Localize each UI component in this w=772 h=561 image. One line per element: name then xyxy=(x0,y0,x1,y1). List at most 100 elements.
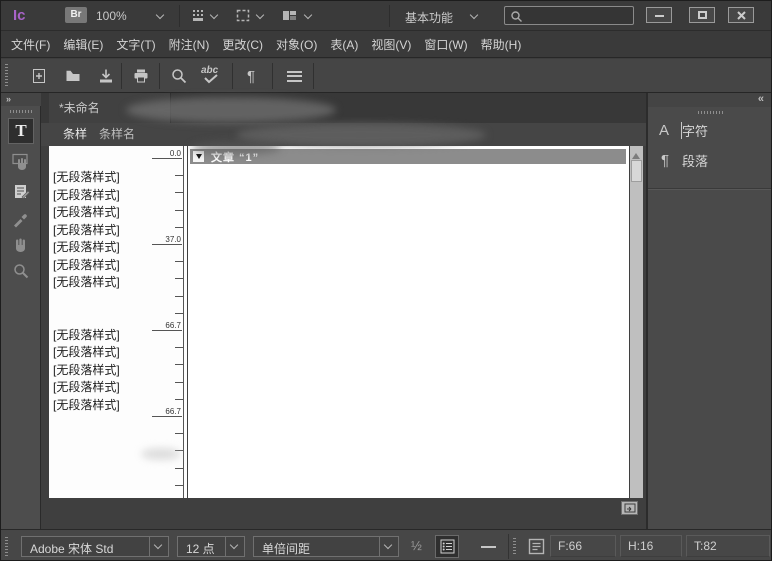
galley-text-area[interactable]: 文章 “1” xyxy=(188,146,629,498)
open-button[interactable] xyxy=(61,64,85,88)
line-numbers-icon[interactable]: ½ xyxy=(411,538,422,553)
view-tab-secondary[interactable]: 条样名 xyxy=(99,123,135,146)
zoom-tool-icon xyxy=(12,262,30,280)
chevron-down-icon[interactable] xyxy=(210,11,218,19)
dock-grip[interactable] xyxy=(698,111,724,114)
dropdown-arrow[interactable] xyxy=(149,537,168,556)
leading-dropdown[interactable]: 单倍间距 xyxy=(253,536,399,557)
ruler-tick xyxy=(175,485,184,486)
hand-tool-button[interactable] xyxy=(8,232,34,258)
spell-check-button[interactable]: abc xyxy=(199,64,223,88)
type-tool-icon: T xyxy=(15,121,26,141)
collapse-right-icon: » xyxy=(6,94,10,104)
bridge-button[interactable]: Br xyxy=(65,7,87,23)
view-tab-galley[interactable]: 条样 xyxy=(63,123,87,146)
chevron-down-icon[interactable] xyxy=(470,11,478,19)
menu-item-8[interactable]: 窗口(W) xyxy=(424,36,467,53)
ruler-tick xyxy=(175,278,184,279)
document-tab[interactable]: *未命名 xyxy=(49,93,171,123)
copyfit-page-icon xyxy=(528,538,545,560)
paragraph-icon: ¶ xyxy=(648,152,682,169)
toolbar-grip[interactable] xyxy=(5,64,8,88)
view-grid-icon[interactable] xyxy=(191,8,206,28)
paragraph-panel-button[interactable]: ¶ 段落 xyxy=(648,147,772,173)
scrollbar-thumb[interactable] xyxy=(631,160,642,182)
story-header[interactable]: 文章 “1” xyxy=(190,149,626,164)
menu-item-7[interactable]: 视图(V) xyxy=(371,36,411,53)
paragraph-style-row[interactable]: [无段落样式] xyxy=(53,361,120,378)
font-size-dropdown[interactable]: 12 点 xyxy=(177,536,245,557)
maximize-button[interactable] xyxy=(689,7,715,23)
character-panel-button[interactable]: A 字符 xyxy=(648,117,772,143)
paragraph-style-row[interactable]: [无段落样式] xyxy=(53,343,120,360)
chevron-down-icon[interactable] xyxy=(256,11,264,19)
font-family-dropdown[interactable]: Adobe 宋体 Std xyxy=(21,536,169,557)
dropdown-arrow[interactable] xyxy=(379,537,398,556)
menu-item-0[interactable]: 文件(F) xyxy=(11,36,50,53)
minimize-icon xyxy=(655,15,664,17)
menu-item-1[interactable]: 编辑(E) xyxy=(63,36,103,53)
menu-item-9[interactable]: 帮助(H) xyxy=(481,36,522,53)
zoom-level-value[interactable]: 100% xyxy=(96,9,127,23)
position-tool-button[interactable] xyxy=(8,149,34,175)
search-input[interactable] xyxy=(527,8,631,23)
menu-item-5[interactable]: 对象(O) xyxy=(276,36,317,53)
chevron-down-icon[interactable] xyxy=(156,11,164,19)
save-button[interactable] xyxy=(94,64,118,88)
paragraph-style-row[interactable]: [无段落样式] xyxy=(53,273,120,290)
copyfit-grip[interactable] xyxy=(513,538,516,555)
dock-header: « xyxy=(648,93,772,107)
paragraph-style-row[interactable]: [无段落样式] xyxy=(53,168,120,185)
find-button[interactable] xyxy=(167,64,191,88)
paragraph-styles-column: [无段落样式][无段落样式][无段落样式][无段落样式][无段落样式][无段落样… xyxy=(49,146,187,498)
minimize-button[interactable] xyxy=(646,7,672,23)
ruler-tick xyxy=(175,210,184,211)
ruler-tick xyxy=(175,192,184,193)
paragraph-style-row[interactable]: [无段落样式] xyxy=(53,378,120,395)
marquee-icon[interactable] xyxy=(235,8,251,28)
collapse-left-icon[interactable]: « xyxy=(758,93,764,105)
show-hidden-characters-button[interactable]: ¶ xyxy=(239,64,263,88)
galley-view-toggle[interactable] xyxy=(435,535,459,558)
tools-grip[interactable] xyxy=(10,110,32,113)
right-dock-panel: « A 字符 ¶ 段落 xyxy=(646,93,772,529)
collapse-story-icon[interactable] xyxy=(193,151,204,162)
menu-item-2[interactable]: 文字(T) xyxy=(116,36,155,53)
ruler-tick xyxy=(175,347,184,348)
chevron-down-icon xyxy=(384,541,392,549)
panel-menu-icon xyxy=(287,71,302,82)
menu-item-6[interactable]: 表(A) xyxy=(330,36,358,53)
type-tool-button[interactable]: T xyxy=(8,118,34,144)
close-button[interactable] xyxy=(728,7,754,23)
paragraph-style-row[interactable]: [无段落样式] xyxy=(53,221,120,238)
scroll-up-icon[interactable] xyxy=(632,149,640,159)
panel-menu-button[interactable] xyxy=(282,64,306,88)
workspace-switcher[interactable]: 基本功能 xyxy=(405,9,453,26)
chevron-down-icon[interactable] xyxy=(304,11,312,19)
paragraph-style-row[interactable]: [无段落样式] xyxy=(53,396,120,413)
status-bar-grip[interactable] xyxy=(5,537,8,556)
title-bar: Ic Br 100% 基本功能 xyxy=(1,1,772,31)
dropdown-arrow[interactable] xyxy=(225,537,244,556)
tools-panel: » T xyxy=(1,93,41,529)
paragraph-style-row[interactable]: [无段落样式] xyxy=(53,326,120,343)
paragraph-style-row[interactable]: [无段落样式] xyxy=(53,203,120,220)
tools-collapse-header[interactable]: » xyxy=(1,93,41,106)
ruler-tick xyxy=(175,175,184,176)
paragraph-style-row[interactable]: [无段落样式] xyxy=(53,238,120,255)
menu-item-3[interactable]: 附注(N) xyxy=(169,36,210,53)
new-document-button[interactable] xyxy=(27,64,51,88)
hand-tool-icon xyxy=(12,236,30,254)
menu-item-4[interactable]: 更改(C) xyxy=(222,36,263,53)
overset-indicator-button[interactable] xyxy=(621,501,638,515)
eyedropper-tool-button[interactable] xyxy=(8,206,34,232)
print-button[interactable] xyxy=(129,64,153,88)
divider xyxy=(313,63,314,89)
zoom-tool-button[interactable] xyxy=(8,258,34,284)
paragraph-style-row[interactable]: [无段落样式] xyxy=(53,256,120,273)
copyfit-stat-1: H:16 xyxy=(620,535,682,557)
paragraph-style-row[interactable]: [无段落样式] xyxy=(53,186,120,203)
note-tool-button[interactable] xyxy=(8,179,34,205)
screen-mode-icon[interactable] xyxy=(281,8,298,28)
vertical-scrollbar[interactable] xyxy=(630,146,643,498)
